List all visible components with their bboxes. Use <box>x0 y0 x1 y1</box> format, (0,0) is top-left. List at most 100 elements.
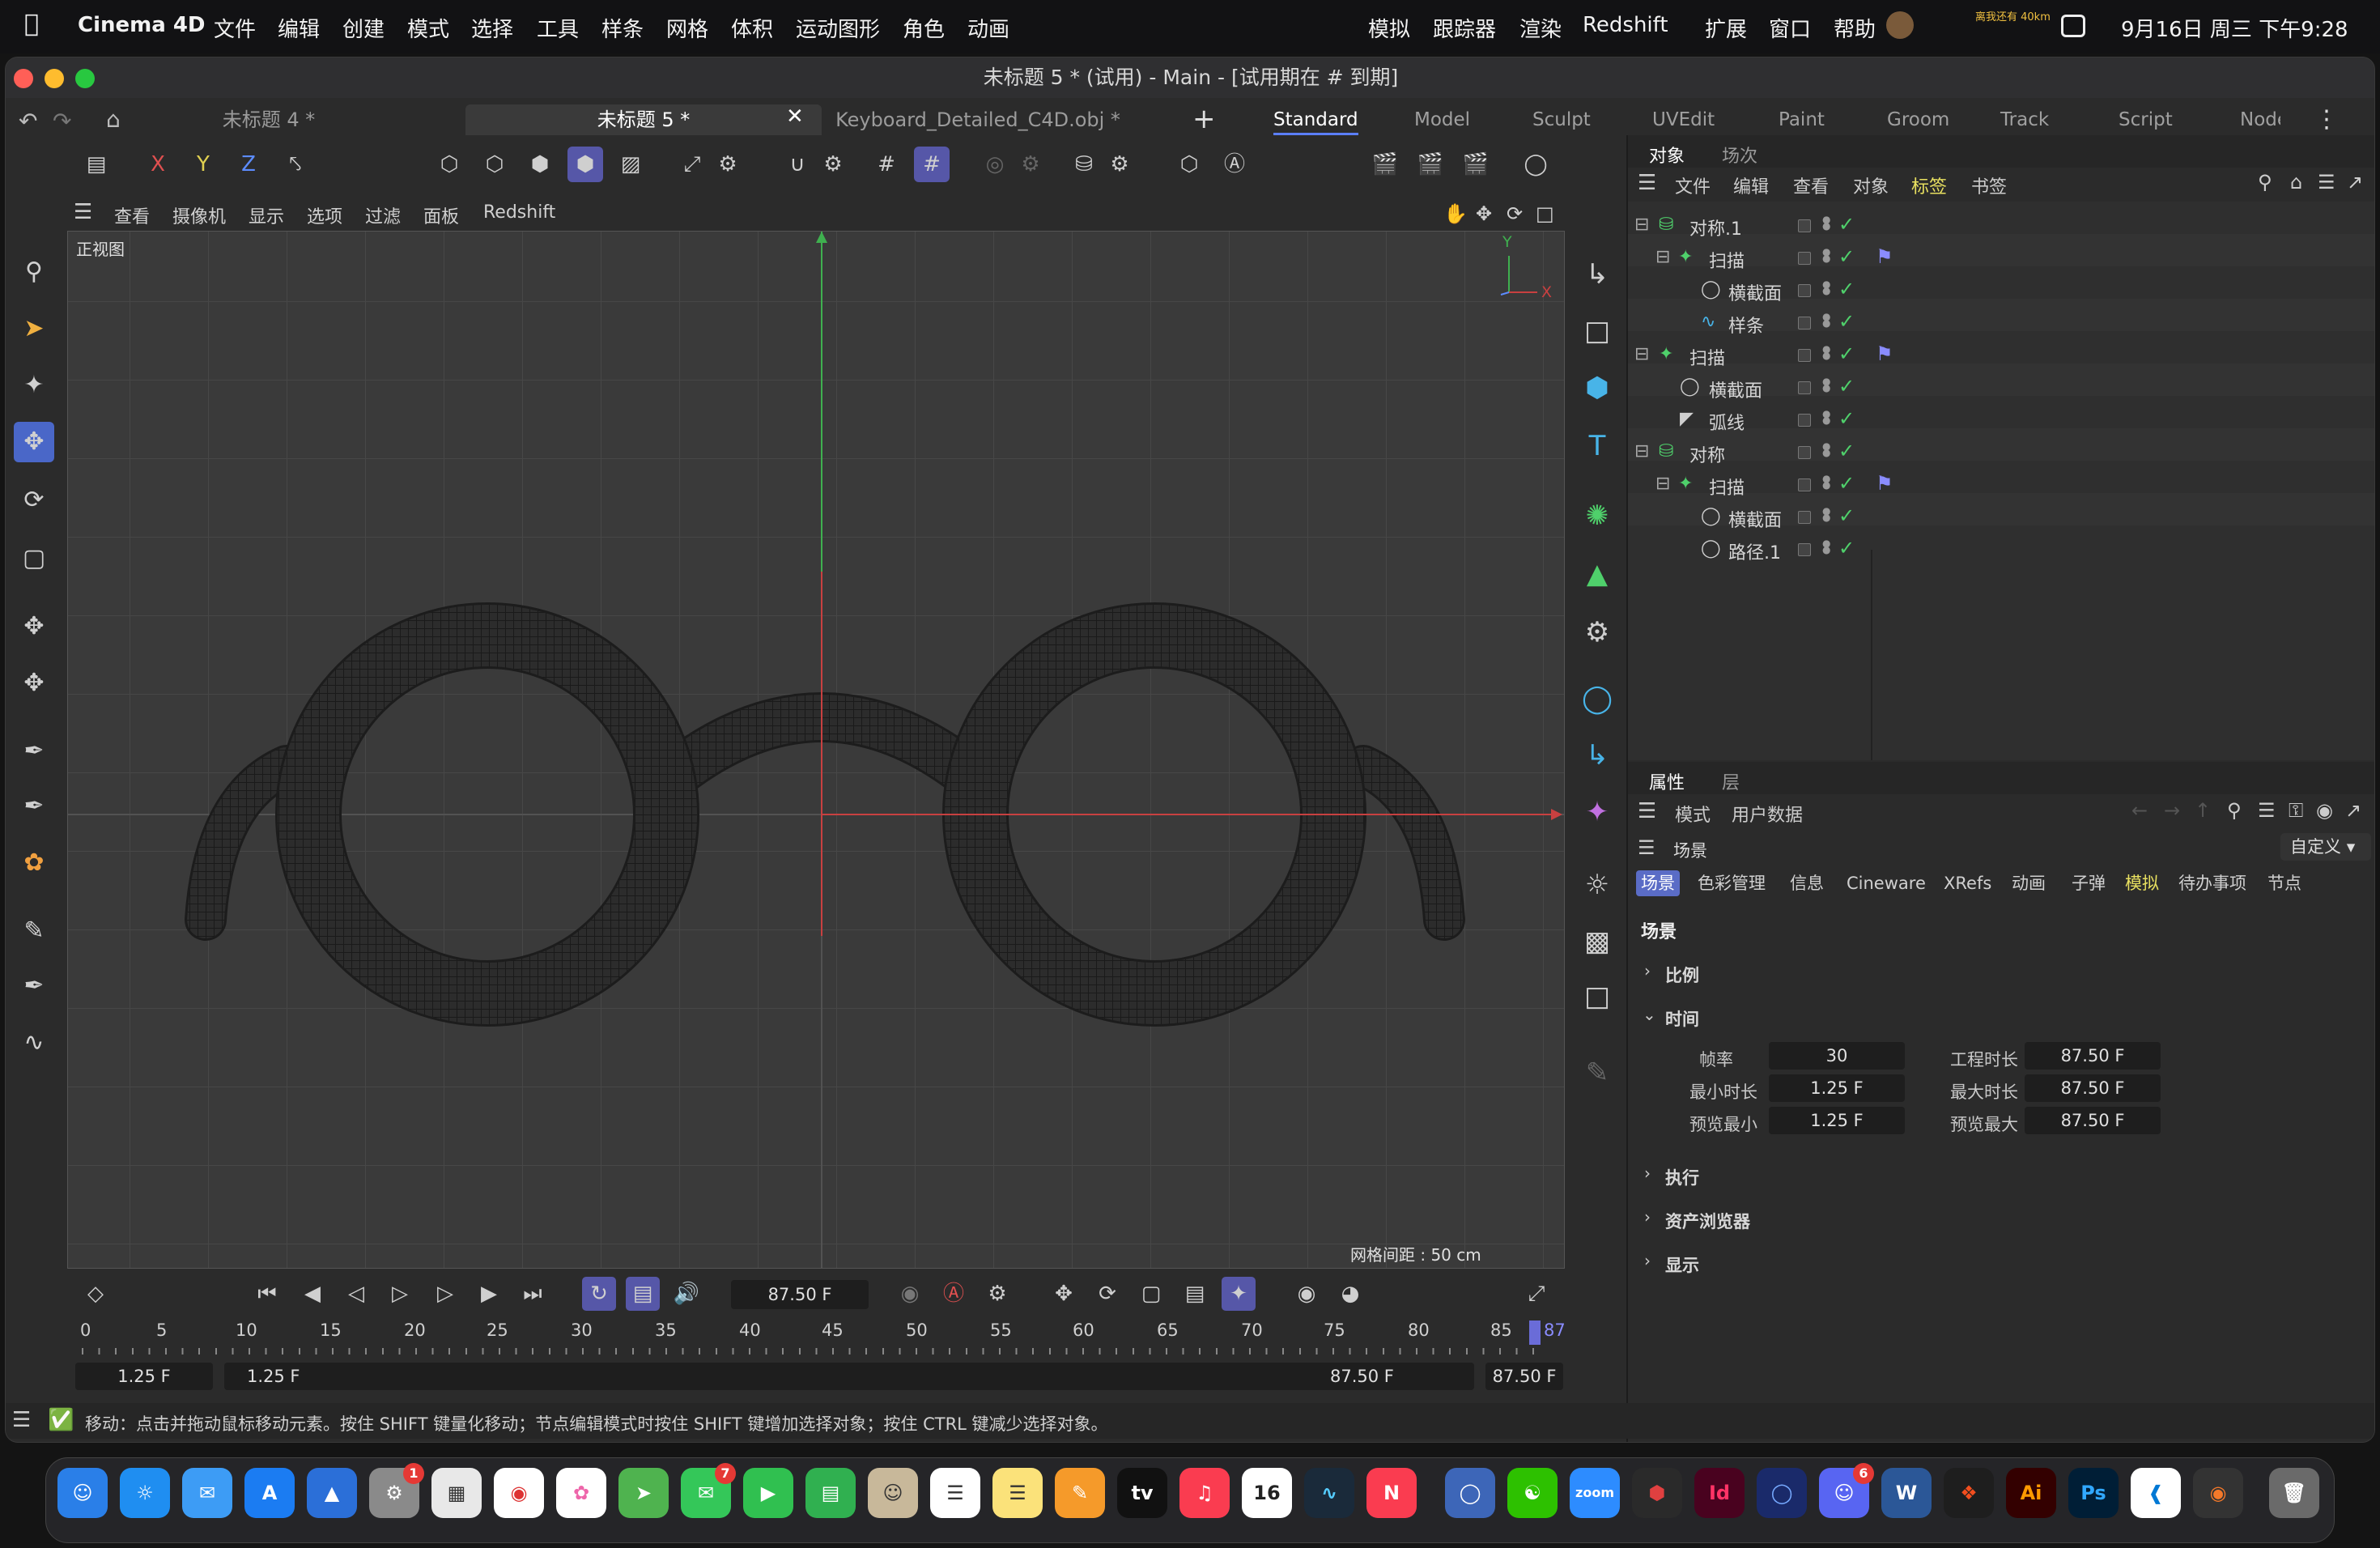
front-viewport[interactable]: 正视图 Y X 网格间距 : 50 cm <box>67 231 1565 1269</box>
chevron-right-icon[interactable]: › <box>1644 1251 1651 1270</box>
render-settings-icon[interactable]: 🎬 <box>1458 147 1494 182</box>
forward-arrow-icon[interactable]: → <box>2164 799 2180 822</box>
layer-toggle[interactable] <box>1798 317 1811 330</box>
workspace-script[interactable]: Script <box>2119 104 2173 135</box>
collapse-toggle-icon[interactable]: ⊟ <box>1655 474 1670 494</box>
spline-sketch-icon[interactable]: ✒ <box>14 786 54 827</box>
enabled-check-icon[interactable]: ✓ <box>1838 537 1855 559</box>
menu-simulate[interactable]: 模拟 <box>1368 13 1410 43</box>
launchpad-icon[interactable]: ▦ <box>431 1468 482 1518</box>
chevron-right-icon[interactable]: › <box>1644 961 1651 980</box>
status-menu-icon[interactable]: ☰ <box>12 1408 31 1432</box>
section-time[interactable]: 时间 <box>1665 1006 1699 1031</box>
axis-settings-gear-icon[interactable]: ⚙ <box>710 147 746 182</box>
enabled-check-icon[interactable]: ✓ <box>1838 472 1855 495</box>
light-icon[interactable]: ☼ <box>1575 862 1620 908</box>
visibility-dots[interactable]: ● ● <box>1822 506 1830 532</box>
expand-timeline-icon[interactable]: ⤢ <box>1519 1277 1553 1311</box>
chevron-down-icon[interactable]: ⌄ <box>1643 1005 1656 1024</box>
layer-toggle[interactable] <box>1798 478 1811 491</box>
keynote-icon[interactable]: ▲ <box>307 1468 357 1518</box>
layer-toggle[interactable] <box>1798 381 1811 394</box>
navigation-widget[interactable]: 离我还有 40km <box>1975 11 2051 24</box>
reminders-icon[interactable]: ☰ <box>930 1468 980 1518</box>
viewport-menu-display[interactable]: 显示 <box>249 202 284 228</box>
pages-icon[interactable]: ✎ <box>1055 1468 1105 1518</box>
text-icon[interactable]: T <box>1575 423 1620 469</box>
finder-icon[interactable]: ☺ <box>57 1468 108 1518</box>
viewport-menu-options[interactable]: 选项 <box>307 202 342 228</box>
visibility-dots[interactable]: ● ● <box>1822 441 1830 467</box>
phong-tag-icon[interactable]: ⚑ <box>1876 472 1893 495</box>
viewport-menu-camera[interactable]: 摄像机 <box>172 202 226 228</box>
transfer-tool-icon[interactable]: ✥ <box>14 606 54 647</box>
sound-icon[interactable]: 🔊 <box>669 1277 703 1311</box>
model-mode-icon[interactable]: ⬢ <box>567 147 603 182</box>
current-frame-field[interactable]: 87.50 F <box>731 1280 869 1309</box>
messages-icon[interactable]: ✉ 7 <box>681 1463 736 1518</box>
section-scale[interactable]: 比例 <box>1665 963 1699 987</box>
om-menu-edit[interactable]: 编辑 <box>1733 172 1769 198</box>
om-menu-bookmarks[interactable]: 书签 <box>1971 172 2007 198</box>
key-position-icon[interactable]: ✥ <box>1047 1277 1081 1311</box>
visibility-dots[interactable]: ● ● <box>1822 312 1830 338</box>
visibility-dots[interactable]: ● ● <box>1822 344 1830 370</box>
layer-toggle[interactable] <box>1798 543 1811 556</box>
zoom-app-icon[interactable]: zoom <box>1570 1468 1620 1518</box>
wechat-icon[interactable]: ☯ <box>1507 1468 1558 1518</box>
tab-untitled-4[interactable]: 未标题 4 * <box>151 104 386 135</box>
symmetry-settings-gear-icon[interactable]: ⚙ <box>1102 147 1137 182</box>
back-arrow-icon[interactable]: ← <box>2131 799 2148 822</box>
freeform-icon[interactable]: ∿ <box>1304 1468 1354 1518</box>
workplane-snap-icon[interactable]: # <box>914 147 950 182</box>
photos-icon[interactable]: ✿ <box>556 1468 606 1518</box>
rotate-tool-icon[interactable]: ⟳ <box>14 480 54 521</box>
symmetry-toolbar-icon[interactable]: ⛁ <box>1066 147 1102 182</box>
control-center-icon[interactable] <box>2061 15 2085 37</box>
polygon-pen-icon[interactable]: ⬡ <box>1171 147 1207 182</box>
layer-toggle[interactable] <box>1798 446 1811 459</box>
new-tab-icon[interactable]: + <box>1192 103 1216 135</box>
playhead[interactable] <box>1529 1320 1541 1345</box>
enabled-check-icon[interactable]: ✓ <box>1838 310 1855 333</box>
safari-icon[interactable]: ☼ <box>120 1468 170 1518</box>
visibility-dots[interactable]: ● ● <box>1822 215 1830 240</box>
maps-icon[interactable]: ➤ <box>618 1468 669 1518</box>
tab-layers[interactable]: 层 <box>1722 768 1740 794</box>
enabled-check-icon[interactable]: ✓ <box>1838 440 1855 462</box>
menu-tracker[interactable]: 跟踪器 <box>1433 13 1496 43</box>
om-menu-tags[interactable]: 标签 <box>1911 172 1947 198</box>
attr-menu-userdata[interactable]: 用户数据 <box>1732 801 1803 827</box>
record-icon[interactable]: ◉ <box>893 1277 927 1311</box>
workspace-standard[interactable]: Standard <box>1273 104 1358 135</box>
previous-key-icon[interactable]: ◀ <box>295 1277 329 1311</box>
key-rotation-icon[interactable]: ⟳ <box>1090 1277 1124 1311</box>
lock-icon[interactable]: ⚿ <box>2289 799 2303 822</box>
menu-render[interactable]: 渲染 <box>1519 13 1562 43</box>
attr-search-icon[interactable]: ⚲ <box>2227 799 2242 822</box>
chrome-icon[interactable]: ◉ <box>494 1468 544 1518</box>
z-axis-lock-button[interactable]: Z <box>231 147 266 182</box>
motion-clip-icon[interactable]: ◉ <box>1290 1277 1324 1311</box>
fps-field[interactable]: 30 <box>1769 1042 1905 1070</box>
subtab-bullet[interactable]: 子弹 <box>2067 870 2110 896</box>
menu-spline[interactable]: 样条 <box>601 13 644 43</box>
menu-help[interactable]: 帮助 <box>1834 13 1876 43</box>
rotate-view-icon[interactable]: ⟳ <box>1507 202 1523 225</box>
knife-pen-icon[interactable]: ✒ <box>14 966 54 1006</box>
om-hamburger-icon[interactable]: ☰ <box>1638 171 1656 195</box>
close-tab-icon[interactable]: ✕ <box>786 104 804 129</box>
effector-icon[interactable]: ⚙ <box>1575 610 1620 655</box>
workspace-groom[interactable]: Groom <box>1887 104 1949 135</box>
more-options-icon[interactable]: ⋮ <box>2314 104 2339 135</box>
workspace-uvedit[interactable]: UVEdit <box>1652 104 1715 135</box>
word-icon[interactable]: W <box>1881 1468 1932 1518</box>
illustrator-icon[interactable]: Ai <box>2006 1468 2056 1518</box>
brush-tool-icon[interactable]: ✎ <box>14 911 54 951</box>
layer-toggle[interactable] <box>1798 252 1811 265</box>
placement-tool-icon[interactable]: ✥ <box>14 663 54 704</box>
blender-icon[interactable]: ◉ <box>2193 1468 2243 1518</box>
cloner-icon[interactable]: ▲ <box>1575 551 1620 597</box>
facetime-icon[interactable]: ▶ <box>743 1468 793 1518</box>
soft-selection-gear-icon[interactable]: ⚙ <box>1013 147 1048 182</box>
